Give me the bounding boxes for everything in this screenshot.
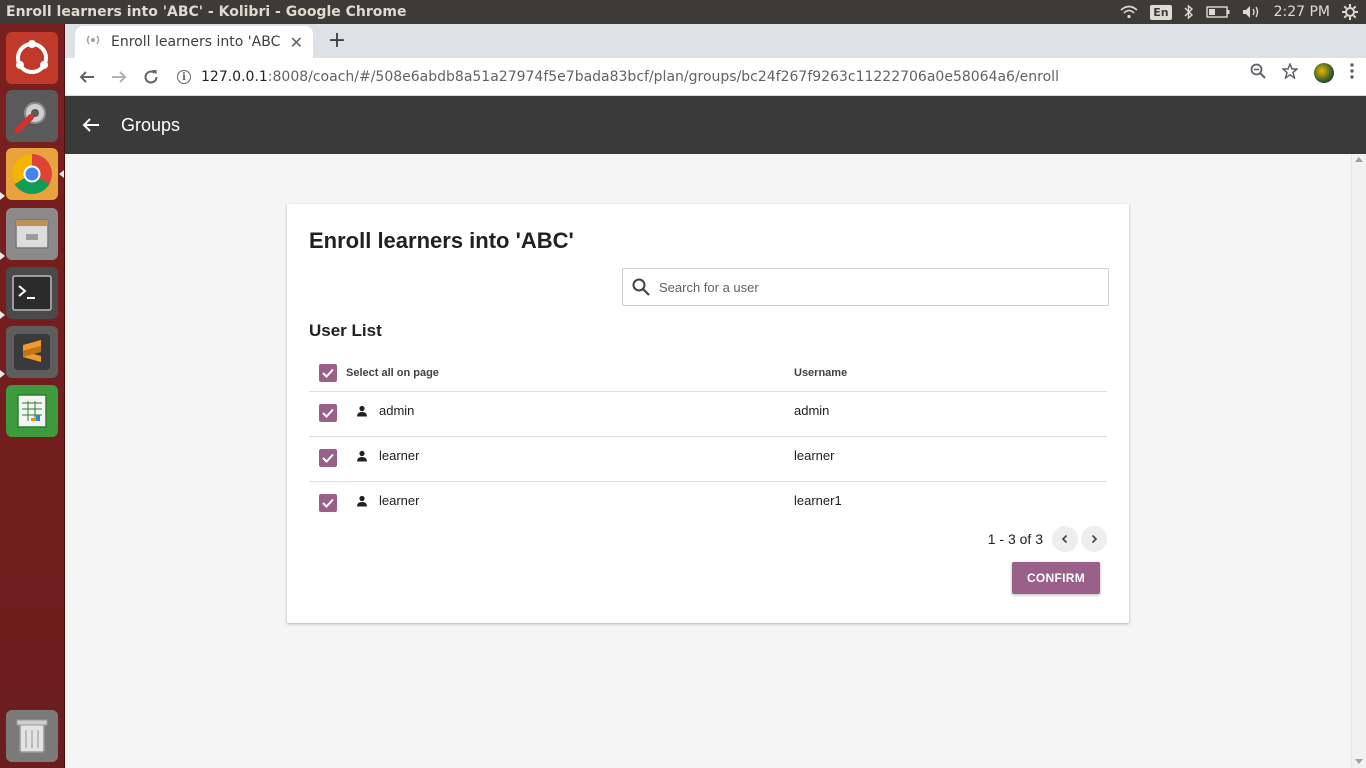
profile-avatar[interactable] xyxy=(1314,63,1334,83)
user-username: learner xyxy=(794,448,835,463)
browser-tab-strip: Enroll learners into 'ABC' - Kolibri ✕ + xyxy=(65,24,1366,58)
select-all-label[interactable]: Select all on page xyxy=(346,367,439,379)
user-table: Select all on page Username admin admin … xyxy=(309,358,1107,527)
next-page-button[interactable] xyxy=(1081,526,1107,552)
user-username: learner1 xyxy=(794,493,842,508)
page-scrollbar[interactable] xyxy=(1351,154,1366,768)
tab-title: Enroll learners into 'ABC' - Kolibri xyxy=(111,34,281,50)
terminal-icon[interactable] xyxy=(6,267,58,319)
gear-icon[interactable] xyxy=(1342,4,1358,20)
back-button[interactable] xyxy=(71,61,103,93)
url-path: :8008/coach/#/508e6abdb8a51a27974f5e7bad… xyxy=(267,69,1059,85)
system-settings-icon[interactable] xyxy=(6,90,58,142)
reload-button[interactable] xyxy=(135,61,167,93)
site-info-icon[interactable]: i xyxy=(177,70,191,84)
person-icon xyxy=(356,404,368,422)
chrome-icon[interactable] xyxy=(6,148,58,200)
address-bar[interactable]: i 127.0.0.1:8008/coach/#/508e6abdb8a51a2… xyxy=(177,62,1277,92)
running-indicator xyxy=(0,192,5,200)
running-indicator xyxy=(0,370,5,378)
table-row: learner learner1 xyxy=(309,482,1107,527)
browser-toolbar: i 127.0.0.1:8008/coach/#/508e6abdb8a51a2… xyxy=(65,58,1366,96)
row-checkbox[interactable] xyxy=(319,404,337,422)
search-box xyxy=(622,268,1109,306)
username-column-header: Username xyxy=(794,367,848,379)
person-icon xyxy=(356,449,368,467)
pagination: 1 - 3 of 3 xyxy=(988,526,1107,552)
running-indicator xyxy=(0,311,5,319)
enroll-card: Enroll learners into 'ABC' User List Sel… xyxy=(287,204,1129,623)
chevron-left-icon xyxy=(1061,534,1068,544)
user-full-name: learner xyxy=(379,493,420,508)
header-title: Groups xyxy=(121,114,181,135)
volume-icon[interactable] xyxy=(1242,5,1262,19)
user-full-name: admin xyxy=(379,403,415,418)
active-indicator xyxy=(59,170,64,178)
battery-icon[interactable] xyxy=(1205,6,1230,18)
keyboard-layout-indicator[interactable]: En xyxy=(1150,4,1172,20)
launcher xyxy=(0,24,65,768)
user-full-name: learner xyxy=(379,448,420,463)
trash-icon[interactable] xyxy=(6,710,58,762)
row-checkbox[interactable] xyxy=(319,449,337,467)
spreadsheet-icon[interactable] xyxy=(6,385,58,437)
ubuntu-dash-icon[interactable] xyxy=(6,32,58,84)
search-icon xyxy=(632,278,650,296)
search-input[interactable] xyxy=(659,279,1089,295)
person-icon xyxy=(356,494,368,512)
close-icon[interactable]: ✕ xyxy=(290,33,303,52)
table-header: Select all on page Username xyxy=(309,358,1107,392)
toolbar-actions xyxy=(1250,61,1354,83)
system-tray: En 2:27 PM xyxy=(1120,0,1366,24)
bookmark-star-icon[interactable] xyxy=(1281,61,1299,83)
window-title: Enroll learners into 'ABC' - Kolibri - G… xyxy=(6,4,407,20)
zoom-icon[interactable] xyxy=(1250,63,1266,83)
sublime-text-icon[interactable] xyxy=(6,326,58,378)
running-indicator xyxy=(0,252,5,260)
row-checkbox[interactable] xyxy=(319,494,337,512)
file-manager-icon[interactable] xyxy=(6,208,58,260)
chevron-right-icon xyxy=(1091,534,1098,544)
forward-button[interactable] xyxy=(103,61,135,93)
wifi-icon[interactable] xyxy=(1120,5,1138,19)
app-header: Groups xyxy=(65,96,1366,154)
select-all-checkbox[interactable] xyxy=(319,364,337,382)
table-row: learner learner xyxy=(309,437,1107,482)
page-title: Enroll learners into 'ABC' xyxy=(309,228,574,253)
scroll-down-icon[interactable] xyxy=(1355,759,1363,764)
browser-tab[interactable]: Enroll learners into 'ABC' - Kolibri ✕ xyxy=(75,26,313,58)
table-row: admin admin xyxy=(309,392,1107,437)
tab-favicon-icon xyxy=(85,32,101,52)
bluetooth-icon[interactable] xyxy=(1184,4,1194,20)
new-tab-button[interactable]: + xyxy=(325,28,349,53)
pagination-text: 1 - 3 of 3 xyxy=(987,531,1043,547)
user-list-heading: User List xyxy=(309,321,382,340)
clock[interactable]: 2:27 PM xyxy=(1274,4,1330,20)
prev-page-button[interactable] xyxy=(1052,526,1078,552)
url-host: 127.0.0.1 xyxy=(201,69,268,85)
os-top-bar: Enroll learners into 'ABC' - Kolibri - G… xyxy=(0,0,1366,24)
confirm-button[interactable]: CONFIRM xyxy=(1012,562,1100,594)
scroll-up-icon[interactable] xyxy=(1355,157,1363,162)
menu-dots-icon[interactable] xyxy=(1350,63,1354,83)
back-arrow-icon[interactable] xyxy=(79,113,103,137)
user-username: admin xyxy=(794,403,830,418)
